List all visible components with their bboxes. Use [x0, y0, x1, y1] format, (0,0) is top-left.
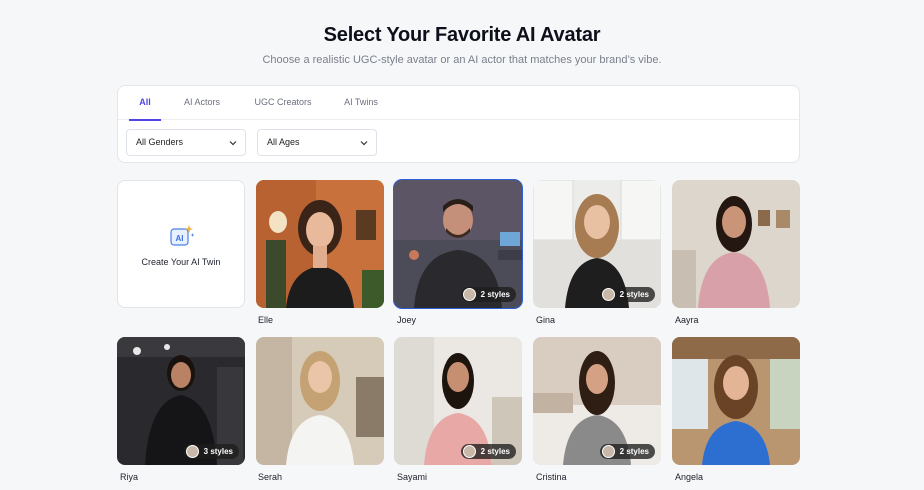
avatar-card-aayra[interactable]: [672, 180, 800, 308]
tab-ai-actors[interactable]: AI Actors: [176, 86, 228, 120]
tab-ugc-creators[interactable]: UGC Creators: [248, 86, 318, 120]
gender-select[interactable]: All Genders: [126, 129, 246, 156]
avatar-card-gina[interactable]: 2 styles: [533, 180, 661, 308]
avatar-photo: [256, 337, 384, 465]
avatar-name-cristina: Cristina: [536, 472, 567, 482]
avatar-photo: [672, 337, 800, 465]
chevron-down-icon: [229, 141, 237, 146]
avatar-card-sayami[interactable]: 2 styles: [394, 337, 522, 465]
avatar-name-elle: Elle: [258, 315, 274, 325]
avatar-card-angela[interactable]: [672, 337, 800, 465]
create-ai-twin-card[interactable]: AI Create Your AI Twin: [117, 180, 245, 308]
chevron-down-icon: [360, 141, 368, 146]
styles-badge: 2 styles: [460, 444, 516, 459]
styles-badge: 3 styles: [183, 444, 239, 459]
avatar-card-riya[interactable]: 3 styles: [117, 337, 245, 465]
avatar-card-elle[interactable]: [256, 180, 384, 308]
styles-badge: 2 styles: [599, 287, 655, 302]
style-thumb-avatar: [601, 288, 615, 301]
avatar-name-joey: Joey: [397, 315, 417, 325]
tab-bar: All AI Actors UGC Creators AI Twins: [118, 86, 799, 121]
style-thumb-avatar: [601, 445, 615, 458]
style-thumb-avatar: [185, 445, 199, 458]
age-select[interactable]: All Ages: [257, 129, 377, 156]
avatar-card-serah[interactable]: [256, 337, 384, 465]
age-select-value: All Ages: [267, 137, 300, 147]
avatar-photo: [672, 180, 800, 308]
avatar-name-serah: Serah: [258, 472, 283, 482]
avatar-card-joey[interactable]: 2 styles: [393, 179, 523, 309]
create-ai-twin-label: Create Your AI Twin: [141, 257, 221, 267]
svg-text:AI: AI: [176, 234, 184, 243]
ai-sparkle-icon: AI: [170, 225, 195, 246]
gender-select-value: All Genders: [136, 137, 184, 147]
style-thumb-avatar: [462, 288, 476, 301]
avatar-name-gina: Gina: [536, 315, 556, 325]
page-subtitle: Choose a realistic UGC-style avatar or a…: [262, 54, 662, 66]
tab-ai-twins[interactable]: AI Twins: [336, 86, 386, 120]
page-title: Select Your Favorite AI Avatar: [323, 24, 601, 46]
tab-all[interactable]: All: [129, 86, 161, 121]
avatar-name-angela: Angela: [675, 472, 704, 482]
avatar-name-sayami: Sayami: [397, 472, 428, 482]
styles-badge: 2 styles: [599, 444, 655, 459]
style-thumb-avatar: [462, 445, 476, 458]
filter-panel: All AI Actors UGC Creators AI Twins All …: [117, 85, 800, 163]
avatar-card-cristina[interactable]: 2 styles: [533, 337, 661, 465]
avatar-photo: [256, 180, 384, 308]
avatar-name-aayra: Aayra: [675, 315, 699, 325]
avatar-name-riya: Riya: [120, 472, 139, 482]
styles-badge: 2 styles: [460, 287, 516, 302]
